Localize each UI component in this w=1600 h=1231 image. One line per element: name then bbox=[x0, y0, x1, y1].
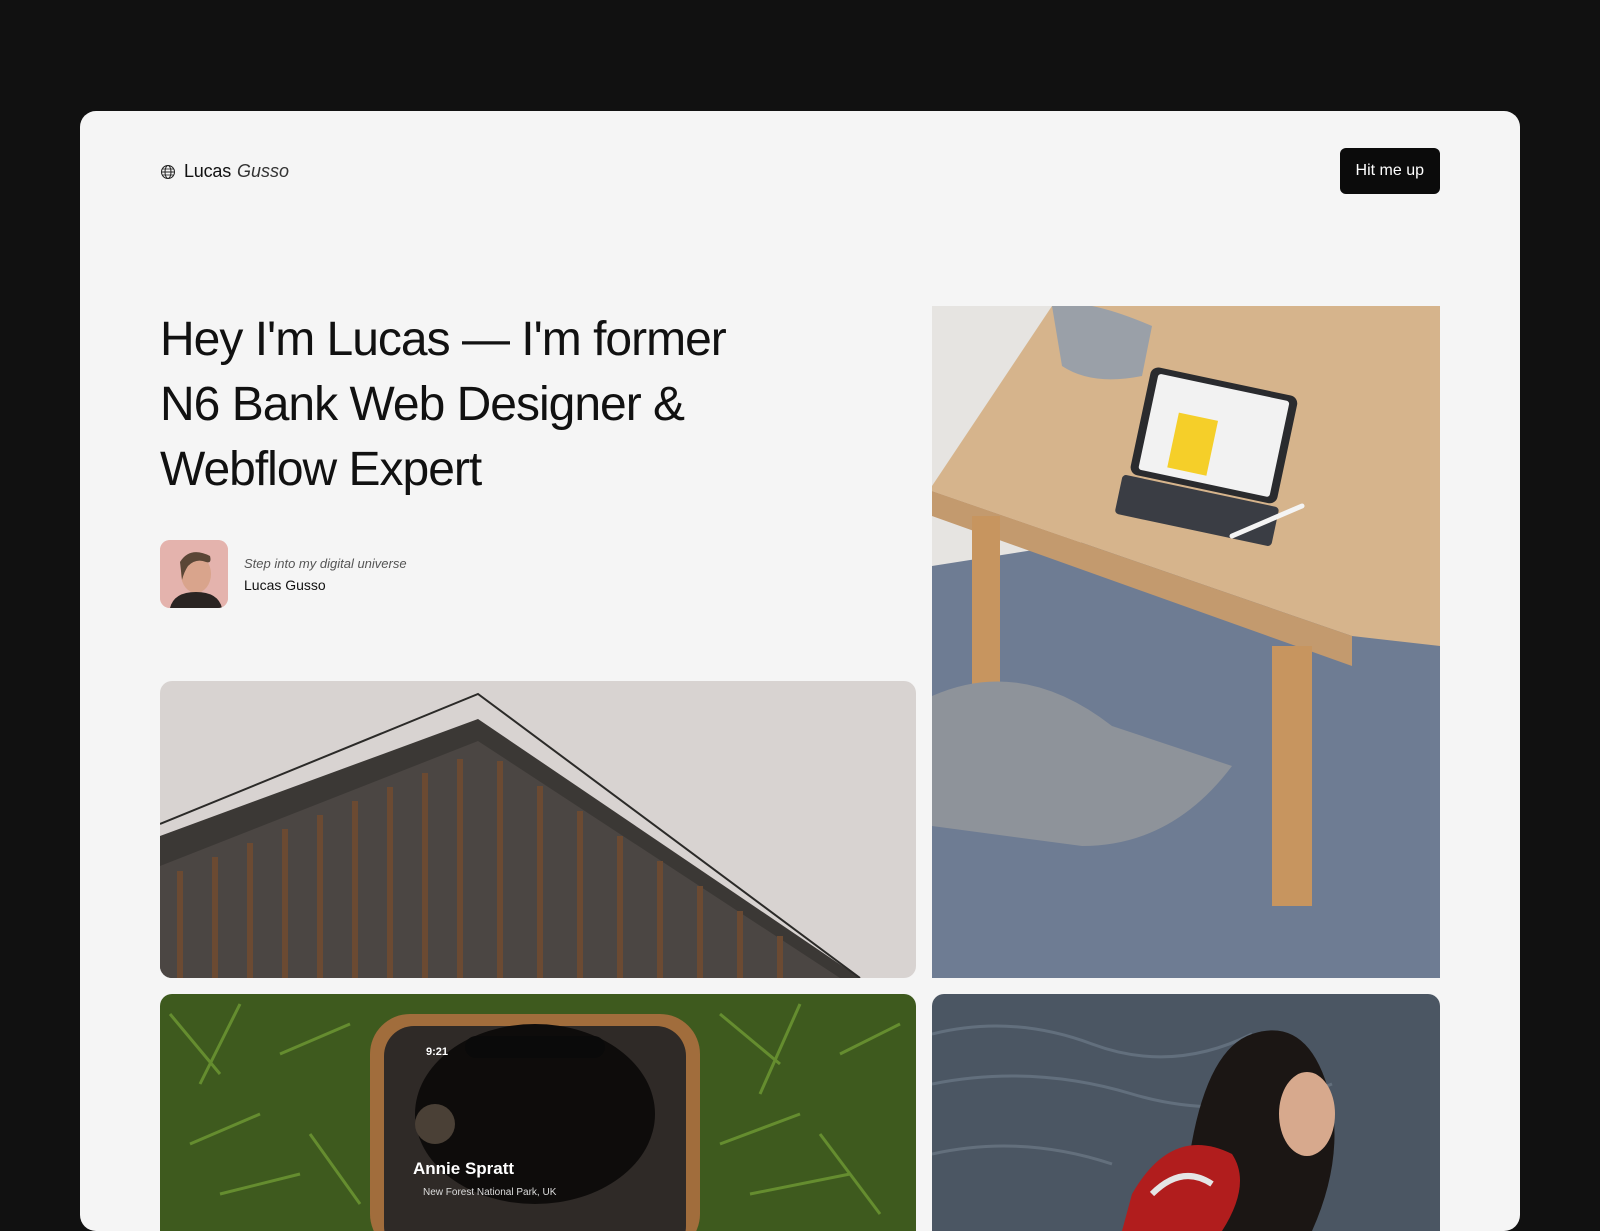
brand-first-name: Lucas bbox=[184, 161, 232, 181]
hero-title: Hey I'm Lucas — I'm former N6 Bank Web D… bbox=[160, 313, 727, 496]
brand-logo[interactable]: Lucas Gusso bbox=[160, 161, 289, 182]
building-photo[interactable] bbox=[160, 681, 916, 978]
page-card: Lucas Gusso Hit me up Hey I'm Lucas — I'… bbox=[80, 111, 1520, 1231]
phone-profile-location: New Forest National Park, UK bbox=[423, 1187, 557, 1198]
hit-me-up-button[interactable]: Hit me up bbox=[1339, 148, 1440, 194]
author-tagline: Step into my digital universe bbox=[244, 555, 407, 571]
avatar bbox=[160, 540, 228, 608]
table-tablet-photo[interactable] bbox=[932, 306, 1440, 978]
brand-last-name: Gusso bbox=[237, 161, 290, 181]
phone-status-time: 9:21 bbox=[426, 1046, 449, 1058]
author-name: Lucas Gusso bbox=[244, 576, 326, 593]
phone-on-grass-photo[interactable]: 9:21 Annie Spratt New Forest National Pa… bbox=[160, 994, 916, 1231]
swimmer-photo[interactable] bbox=[932, 994, 1440, 1231]
phone-profile-name: Annie Spratt bbox=[413, 1159, 515, 1178]
globe-icon bbox=[161, 164, 175, 179]
author-card: Step into my digital universe Lucas Guss… bbox=[160, 540, 407, 608]
